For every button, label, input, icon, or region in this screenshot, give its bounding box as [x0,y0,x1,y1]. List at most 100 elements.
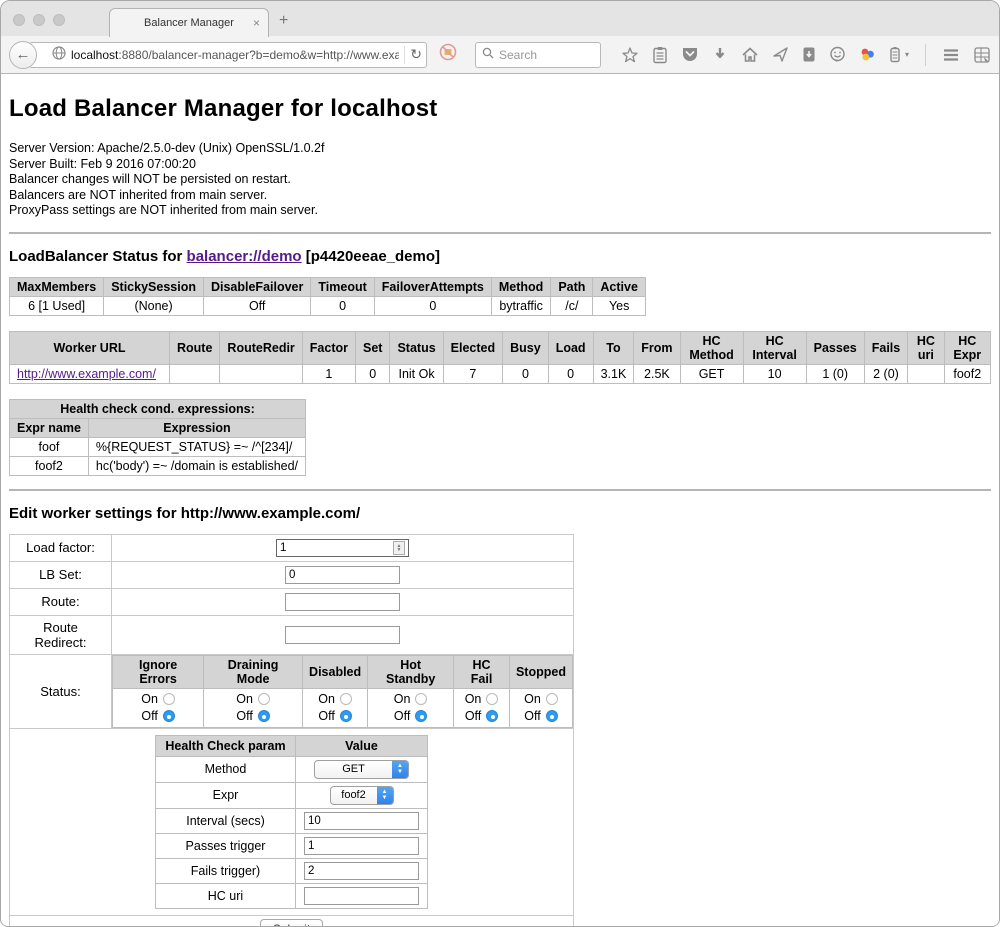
lb-set-label: LB Set: [10,561,112,588]
method-row: Method GET ▲▼ [156,756,428,782]
close-tab-icon[interactable]: × [253,16,260,30]
number-spinner-icon[interactable]: ▲▼ [393,541,405,555]
grid-icon[interactable] [973,46,991,64]
tab-balancer-manager[interactable]: Balancer Manager × [109,8,269,37]
download-icon[interactable] [712,46,728,63]
worker-url-link[interactable]: http://www.example.com/ [17,367,156,381]
status-row: Status: Ignore Errors Draining Mode Disa… [10,654,574,728]
method-select[interactable]: GET ▲▼ [314,760,409,779]
disabled-off-radio[interactable] [340,710,352,722]
pocket-icon[interactable] [681,46,699,63]
draining-mode-off-radio[interactable] [258,710,270,722]
ignore-errors-radios: On Off [113,688,204,727]
hot-standby-off-radio[interactable] [415,710,427,722]
toolbar-icons: ▾ [621,44,991,66]
hc-fail-on-radio[interactable] [486,693,498,705]
star-icon[interactable] [621,46,639,64]
interval-input[interactable] [304,812,419,830]
load-factor-input[interactable]: ▲▼ [276,539,409,557]
stopped-radios: On Off [509,688,572,727]
table-row: http://www.example.com/ 1 0 Init Ok 7 0 … [10,364,991,383]
balancer-demo-link[interactable]: balancer://demo [187,248,302,265]
divider [9,232,991,234]
method-label: Method [156,756,296,782]
back-button[interactable]: ← [9,41,37,69]
hot-standby-radios: On Off [368,688,454,727]
hc-fail-radios: On Off [454,688,510,727]
hot-standby-on-radio[interactable] [415,693,427,705]
blocked-content-icon[interactable] [439,43,457,66]
url-bar[interactable]: localhost:8880/balancer-manager?b=demo&w… [29,42,427,68]
reload-icon[interactable]: ↻ [410,46,422,63]
route-redirect-label: Route Redirect: [10,615,112,654]
table-header-row: Worker URL Route RouteRedir Factor Set S… [10,331,991,364]
expr-select[interactable]: foof2 ▲▼ [330,786,394,805]
search-placeholder: Search [499,48,537,62]
disabled-radios: On Off [303,688,368,727]
select-stepper-icon: ▲▼ [392,760,408,779]
route-redirect-input[interactable] [285,626,400,644]
divider [9,489,991,491]
minimize-window-button[interactable] [33,14,45,26]
close-window-button[interactable] [13,14,25,26]
expr-label: Expr [156,782,296,808]
tab-strip: Balancer Manager × + [1,1,999,36]
stopped-on-radio[interactable] [546,693,558,705]
page-title: Load Balancer Manager for localhost [9,95,991,123]
back-icon: ← [16,46,31,63]
health-check-table: Health Check param Value Method GET ▲▼ [155,735,428,909]
hc-fail-off-radio[interactable] [486,710,498,722]
route-label: Route: [10,588,112,615]
device-icon[interactable] [802,46,816,63]
hc-uri-label: HC uri [156,883,296,908]
zoom-window-button[interactable] [53,14,65,26]
toolbar-separator [925,44,926,66]
clipboard-icon[interactable] [652,46,668,64]
draining-mode-on-radio[interactable] [258,693,270,705]
status-table: Ignore Errors Draining Mode Disabled Hot… [112,655,573,728]
search-input[interactable]: Search [475,42,601,68]
fails-input[interactable] [304,862,419,880]
stopped-off-radio[interactable] [546,710,558,722]
interval-label: Interval (secs) [156,808,296,833]
new-tab-button[interactable]: + [279,13,288,29]
balancer-status-table: MaxMembers StickySession DisableFailover… [9,277,646,316]
page-content: Load Balancer Manager for localhost Serv… [1,74,999,926]
search-icon [482,47,494,62]
lb-set-row: LB Set: [10,561,574,588]
url-text[interactable]: localhost:8880/balancer-manager?b=demo&w… [71,48,399,62]
table-header-row: MaxMembers StickySession DisableFailover… [10,277,646,296]
proxypass-note: ProxyPass settings are NOT inherited fro… [9,203,991,219]
browser-window: Balancer Manager × + ← localhost:8880/ba… [0,0,1000,927]
edit-worker-heading: Edit worker settings for http://www.exam… [9,505,991,522]
submit-button[interactable]: Submit [260,919,323,927]
globe-icon [52,46,66,63]
table-header-row: Ignore Errors Draining Mode Disabled Hot… [113,655,573,688]
menu-icon[interactable] [942,48,960,62]
window-controls[interactable] [13,14,65,26]
battery-icon[interactable] [889,46,901,64]
draining-mode-radios: On Off [204,688,303,727]
edit-worker-form: Load factor: ▲▼ LB Set: Route: Route Red… [9,534,574,927]
send-icon[interactable] [772,46,789,63]
chevron-down-icon[interactable]: ▾ [905,50,909,59]
passes-row: Passes trigger [156,833,428,858]
select-stepper-icon: ▲▼ [377,786,393,805]
hc-uri-input[interactable] [304,887,419,905]
route-redirect-row: Route Redirect: [10,615,574,654]
load-factor-label: Load factor: [10,534,112,561]
table-row: 6 [1 Used] (None) Off 0 0 bytraffic /c/ … [10,296,646,315]
route-input[interactable] [285,593,400,611]
status-radio-row: On Off On Off On Off [113,688,573,727]
ignore-errors-on-radio[interactable] [163,693,175,705]
lb-set-input[interactable] [285,566,400,584]
disabled-on-radio[interactable] [340,693,352,705]
colors-icon[interactable] [859,46,876,63]
ignore-errors-off-radio[interactable] [163,710,175,722]
load-factor-row: Load factor: ▲▼ [10,534,574,561]
tab-title: Balancer Manager [144,17,234,29]
smiley-icon[interactable] [829,46,846,63]
passes-input[interactable] [304,837,419,855]
table-header-row: Health Check param Value [156,735,428,756]
home-icon[interactable] [741,46,759,63]
